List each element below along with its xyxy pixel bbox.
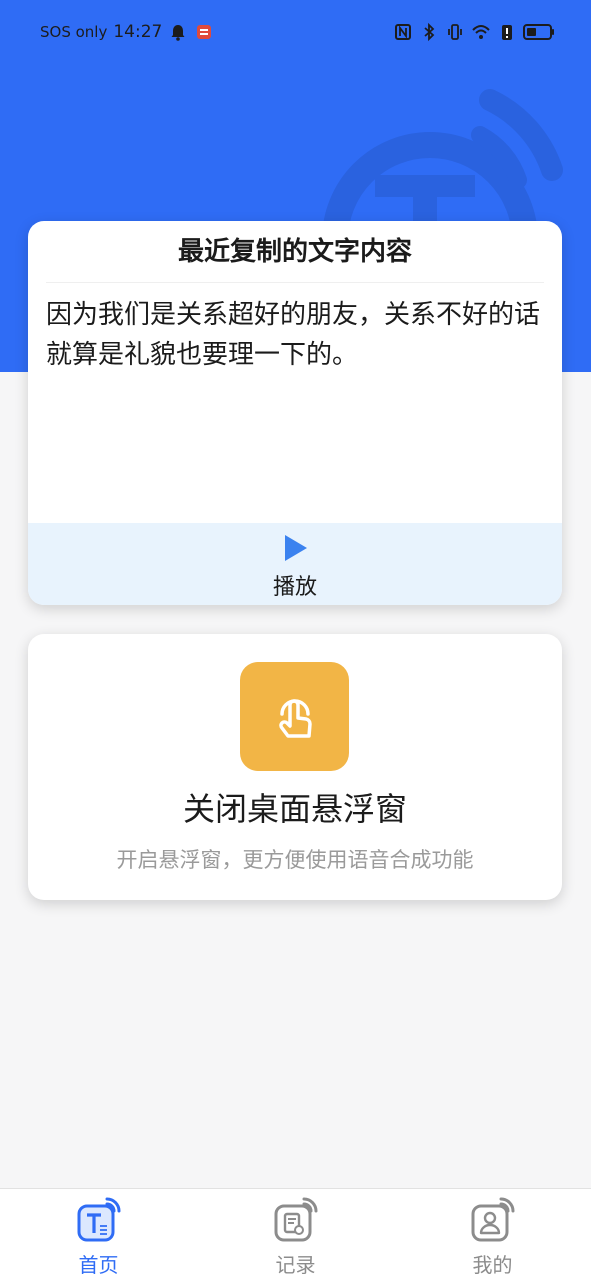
app-notification-icon [197,25,212,39]
vibrate-icon [448,24,462,40]
play-label: 播放 [272,575,317,600]
wifi-icon [472,25,490,39]
carrier-label: SOS only [40,23,108,41]
clock: 14:27 [113,22,163,42]
home-tts-icon [77,1197,120,1242]
nav-item-home[interactable]: 首页 [0,1189,197,1280]
floating-window-subtitle: 开启悬浮窗，更方便使用语音合成功能 [116,848,474,872]
bell-icon [171,25,185,41]
tap-gesture-icon [278,698,312,738]
play-icon [285,535,307,561]
clipboard-card: 最近复制的文字内容 因为我们是关系超好的朋友，关系不好的话就算是礼貌也要理一下的… [28,221,562,605]
nfc-icon [395,24,411,40]
floating-window-card[interactable]: 关闭桌面悬浮窗 开启悬浮窗，更方便使用语音合成功能 [28,634,562,900]
nav-item-profile[interactable]: 我的 [394,1189,591,1280]
nav-label-home: 首页 [78,1253,119,1277]
status-bar: SOS only 14:27 [0,0,591,66]
play-button[interactable]: 播放 [28,523,562,605]
clipboard-text[interactable]: 因为我们是关系超好的朋友，关系不好的话就算是礼貌也要理一下的。 [28,283,562,523]
clipboard-card-title: 最近复制的文字内容 [46,221,544,283]
profile-icon [471,1197,514,1242]
nav-label-profile: 我的 [472,1253,513,1277]
nav-item-record[interactable]: 记录 [197,1189,394,1280]
bluetooth-icon [424,22,435,42]
nav-label-record: 记录 [275,1253,316,1277]
floating-window-title: 关闭桌面悬浮窗 [182,790,407,828]
record-icon [274,1197,317,1242]
battery-icon [523,24,554,40]
alert-icon [502,25,512,40]
bottom-navigation: 首页 记录 我的 [0,1188,591,1280]
floating-window-icon-box [240,662,349,771]
